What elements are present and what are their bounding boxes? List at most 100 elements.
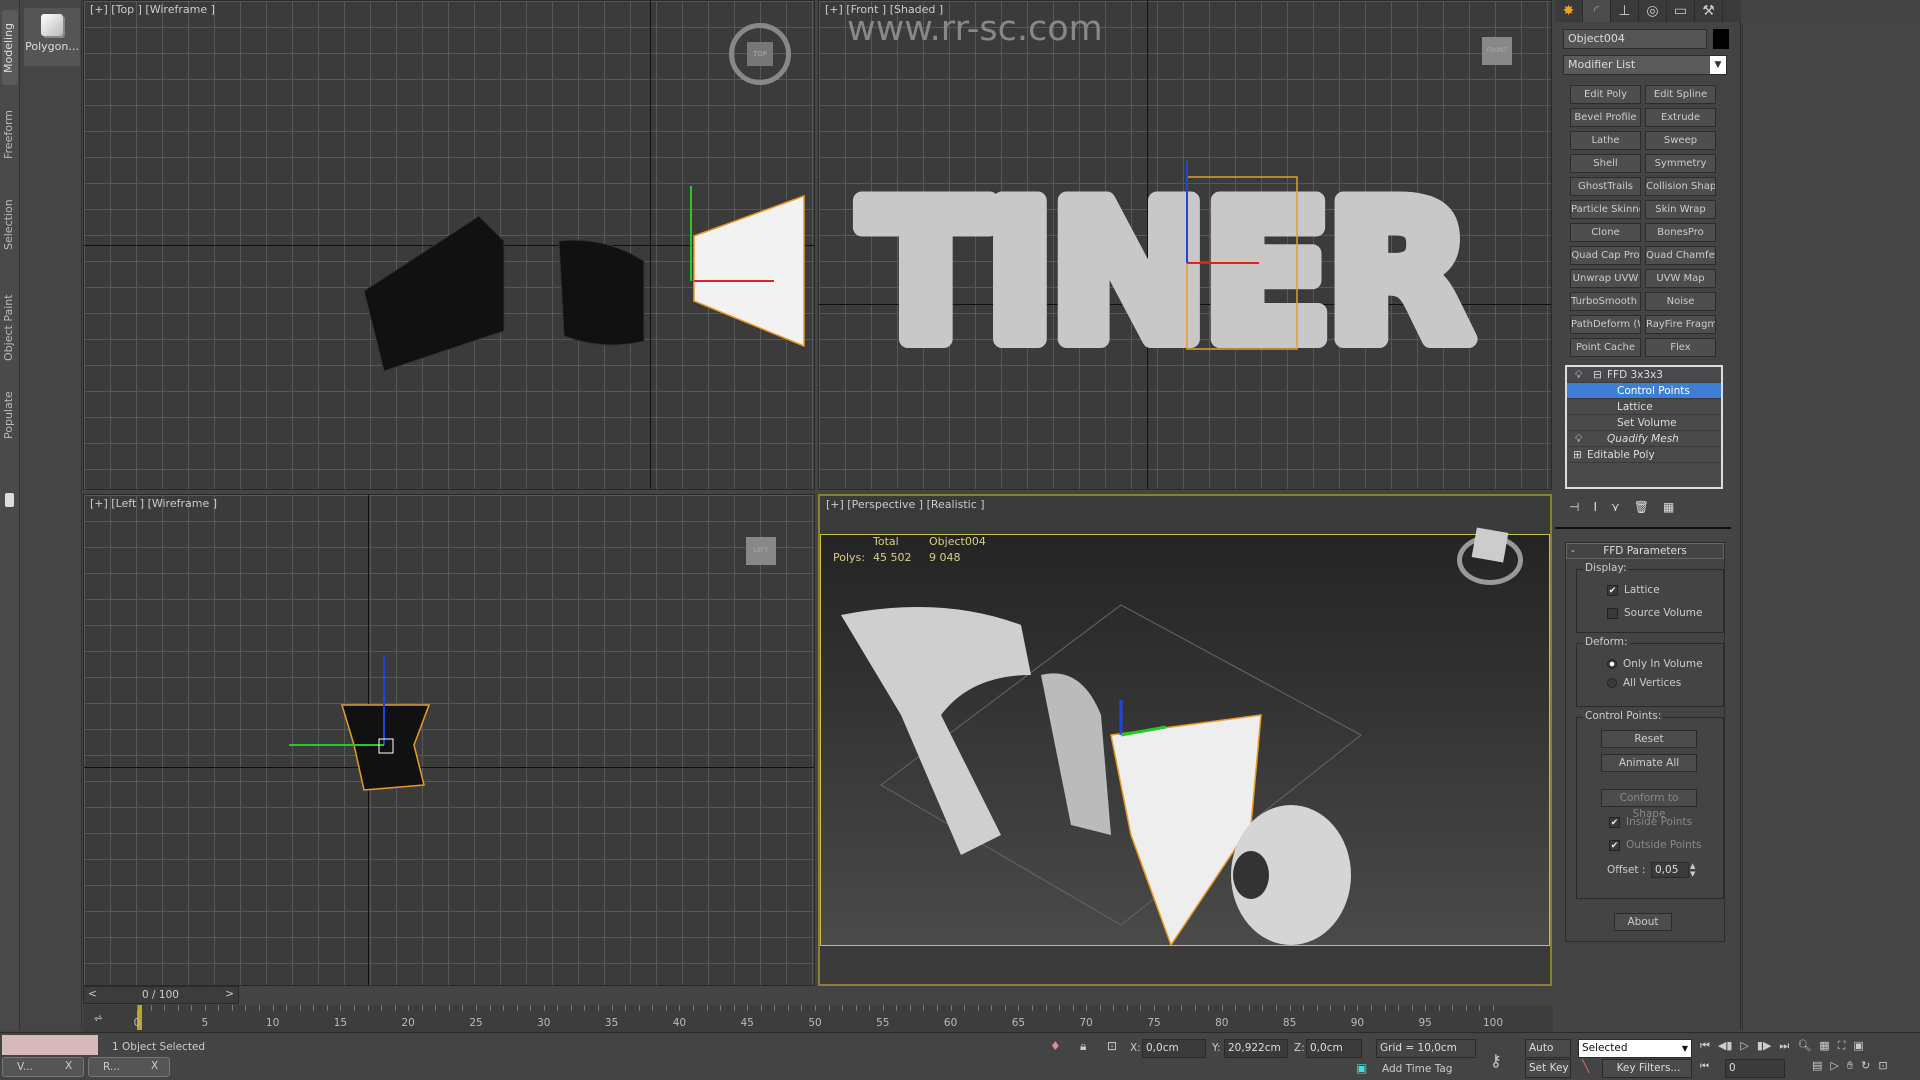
reset-button[interactable]: Reset xyxy=(1601,730,1697,748)
current-frame-field[interactable]: 0 xyxy=(1725,1059,1785,1078)
modifier-button[interactable]: Skin Wrap xyxy=(1645,200,1716,219)
play-icon[interactable]: ▷ xyxy=(1740,1039,1748,1053)
display-icon[interactable]: ▭ xyxy=(1667,0,1695,22)
ribbon-tab-freeform[interactable]: Freeform xyxy=(2,100,18,170)
rollout-header[interactable]: - FFD Parameters xyxy=(1566,543,1724,559)
collapse-icon[interactable]: ⊟ xyxy=(1593,367,1602,383)
modify-icon[interactable]: ◜ xyxy=(1583,0,1611,22)
zoom-extents-all-icon[interactable]: ▣ xyxy=(1853,1039,1863,1053)
all-vertices-radio[interactable]: All Vertices xyxy=(1607,677,1681,689)
key-mode-toggle-icon[interactable]: ⏮ xyxy=(1700,1061,1709,1072)
modifier-button[interactable]: Noise xyxy=(1645,292,1716,311)
modifier-button[interactable]: Particle Skinner xyxy=(1570,200,1641,219)
configure-sets-icon[interactable]: ▦ xyxy=(1663,500,1674,514)
modifier-button[interactable]: UVW Map xyxy=(1645,269,1716,288)
only-in-volume-radio[interactable]: Only In Volume xyxy=(1607,658,1703,670)
viewport-left[interactable]: [+] [Left ] [Wireframe ] LEFT xyxy=(83,494,815,986)
time-tag-icon[interactable]: ▣ xyxy=(1356,1061,1367,1075)
modifier-stack[interactable]: 💡︎ ⊟ FFD 3x3x3 Control Points Lattice Set … xyxy=(1565,365,1723,489)
orbit-icon[interactable]: ↻ xyxy=(1861,1059,1870,1073)
auto-key-button[interactable]: Auto Key xyxy=(1525,1039,1571,1071)
zoom-all-icon[interactable]: ▦ xyxy=(1819,1039,1829,1053)
viewport-front[interactable]: [+] [Front ] [Shaded ] www.rr-sc.com FRO… xyxy=(818,0,1552,490)
modifier-button[interactable]: Collision Shape xyxy=(1645,177,1716,196)
modifier-button[interactable]: Sweep xyxy=(1645,131,1716,150)
time-config-icon[interactable]: ▤ xyxy=(1812,1059,1822,1073)
modifier-button[interactable]: RayFire Fragmen xyxy=(1645,315,1716,334)
field-of-view-icon[interactable]: ▷ xyxy=(1830,1059,1838,1073)
modifier-button[interactable]: Quad Cap Pro xyxy=(1570,246,1641,265)
stack-item-control-points[interactable]: Control Points xyxy=(1567,383,1721,399)
lightbulb-icon[interactable]: 💡︎ xyxy=(1575,367,1582,383)
make-unique-icon[interactable]: ⋎ xyxy=(1611,500,1620,514)
add-time-tag-button[interactable]: Add Time Tag xyxy=(1382,1063,1452,1075)
z-coordinate-field[interactable]: 0,0cm xyxy=(1306,1039,1362,1058)
spinner-arrows-icon[interactable]: ▲ ▼ xyxy=(1690,862,1695,878)
object-name-field[interactable]: Object004 xyxy=(1563,29,1707,49)
expand-icon[interactable]: ⊞ xyxy=(1573,447,1582,463)
about-button[interactable]: About xyxy=(1614,913,1672,931)
go-to-end-icon[interactable]: ⏭ xyxy=(1779,1039,1789,1053)
pan-icon[interactable]: ✋︎ xyxy=(1847,1059,1853,1073)
modifier-button[interactable]: Edit Spline xyxy=(1645,85,1716,104)
stack-item-quadify-mesh[interactable]: 💡︎ Quadify Mesh xyxy=(1567,431,1721,447)
next-frame-icon[interactable]: ▮▶ xyxy=(1757,1039,1772,1053)
modifier-button[interactable]: Symmetry xyxy=(1645,154,1716,173)
curve-editor-icon[interactable]: ⩫ xyxy=(93,1011,103,1025)
modifier-button[interactable]: Lathe xyxy=(1570,131,1641,150)
zoom-icon[interactable]: 🔍︎ xyxy=(1797,1039,1811,1053)
set-key-icon[interactable]: ⚷ xyxy=(1490,1051,1502,1070)
viewport-label[interactable]: [+] [Perspective ] [Realistic ] xyxy=(826,498,985,511)
modifier-button[interactable]: BonesPro xyxy=(1645,223,1716,242)
lightbulb-icon[interactable]: 💡︎ xyxy=(1575,431,1582,447)
go-to-start-icon[interactable]: ⏮ xyxy=(1700,1039,1710,1053)
viewport-perspective[interactable]: [+] [Perspective ] [Realistic ] Total Ob… xyxy=(818,494,1552,986)
source-volume-checkbox[interactable]: Source Volume xyxy=(1607,607,1702,619)
next-frame-icon[interactable]: > xyxy=(225,988,234,1000)
modifier-button[interactable]: Flex xyxy=(1645,338,1716,357)
show-end-result-icon[interactable]: I xyxy=(1593,500,1597,514)
key-tangent-icon[interactable]: ╲ xyxy=(1582,1059,1589,1073)
modifier-button[interactable]: TurboSmooth Pr xyxy=(1570,292,1641,311)
isolate-icon[interactable]: ♦ xyxy=(1050,1039,1061,1053)
ribbon-tab-populate[interactable]: Populate xyxy=(2,385,18,445)
ribbon-tab-selection[interactable]: Selection xyxy=(2,195,18,255)
modifier-button[interactable]: Unwrap UVW xyxy=(1570,269,1641,288)
key-mode-dropdown[interactable]: Selected ▼ xyxy=(1578,1039,1692,1058)
modifier-button[interactable]: Edit Poly xyxy=(1570,85,1641,104)
offset-spinner[interactable]: 0,05 xyxy=(1651,862,1689,878)
modifier-list-dropdown[interactable]: Modifier List ▼ xyxy=(1563,55,1727,75)
polygon-modeling-button[interactable]: Polygon... xyxy=(24,8,80,66)
motion-icon[interactable]: ◎ xyxy=(1639,0,1667,22)
object-color-swatch[interactable] xyxy=(1713,29,1729,49)
close-icon[interactable]: X xyxy=(65,1060,72,1072)
remove-modifier-icon[interactable]: 🗑︎ xyxy=(1634,500,1649,514)
previous-frame-icon[interactable]: ◀▮ xyxy=(1718,1039,1733,1053)
taskbar-item[interactable]: R... X xyxy=(88,1057,170,1077)
conform-to-shape-button[interactable]: Conform to Shape xyxy=(1601,789,1697,820)
stack-item-editable-poly[interactable]: ⊞ Editable Poly xyxy=(1567,447,1721,463)
stack-item-lattice[interactable]: Lattice xyxy=(1567,399,1721,415)
key-filters-button[interactable]: Key Filters... xyxy=(1602,1059,1692,1078)
modifier-button[interactable]: PathDeform (WS xyxy=(1570,315,1641,334)
lattice-checkbox[interactable]: ✔ Lattice xyxy=(1607,584,1660,596)
modifier-button[interactable]: Bevel Profile xyxy=(1570,108,1641,127)
modifier-button[interactable]: Point Cache xyxy=(1570,338,1641,357)
absolute-mode-icon[interactable]: ⊡ xyxy=(1107,1039,1117,1053)
inside-points-checkbox[interactable]: ✔ Inside Points xyxy=(1609,816,1692,828)
modifier-button[interactable]: Quad Chamfer xyxy=(1645,246,1716,265)
outside-points-checkbox[interactable]: ✔ Outside Points xyxy=(1609,839,1701,851)
maximize-viewport-icon[interactable]: ⊡ xyxy=(1878,1059,1887,1073)
set-key-button[interactable]: Set Key xyxy=(1525,1059,1571,1078)
x-coordinate-field[interactable]: 0,0cm xyxy=(1142,1039,1206,1058)
modifier-button[interactable]: Shell xyxy=(1570,154,1641,173)
modifier-button[interactable]: Extrude xyxy=(1645,108,1716,127)
track-bar[interactable]: ⩫ 0 5 10 15 20 25 30 35 40 45 50 55 60 65 70 75 80 85 90 95… xyxy=(83,1005,1553,1032)
ribbon-tab-modeling[interactable]: Modeling xyxy=(2,10,18,85)
animate-all-button[interactable]: Animate All xyxy=(1601,754,1697,772)
ribbon-expand-icon[interactable] xyxy=(5,493,14,507)
utilities-icon[interactable]: ⚒ xyxy=(1695,0,1723,22)
lock-selection-icon[interactable]: 🔒︎ xyxy=(1080,1039,1086,1054)
hierarchy-icon[interactable]: ⊥ xyxy=(1611,0,1639,22)
pin-stack-icon[interactable]: ⊣ xyxy=(1569,500,1579,514)
